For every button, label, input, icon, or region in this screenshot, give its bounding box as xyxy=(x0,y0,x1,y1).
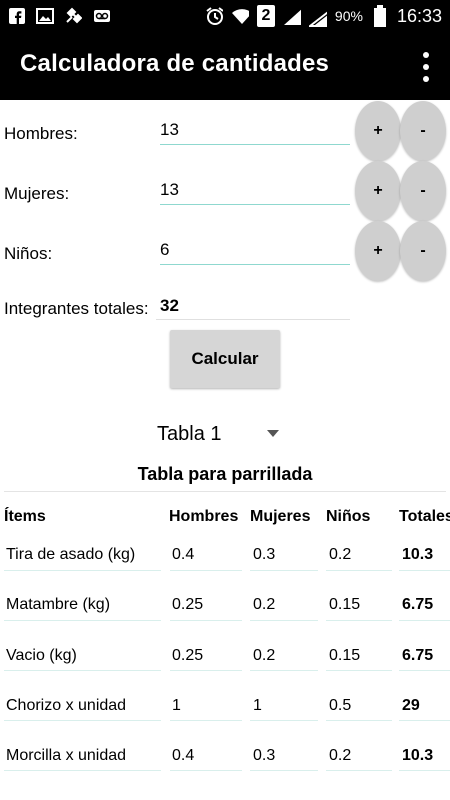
dropdown-arrow-icon[interactable] xyxy=(267,430,279,437)
sim-icon: 2 xyxy=(256,5,275,27)
women-input[interactable]: 13 xyxy=(160,180,350,205)
row-divider xyxy=(326,770,392,771)
row-divider xyxy=(399,570,450,571)
children-minus-button[interactable]: - xyxy=(400,221,446,281)
table-cell-total: 29 xyxy=(402,697,420,714)
table-cell-total: 10.3 xyxy=(402,747,434,764)
battery-percent: 90% xyxy=(334,8,363,24)
row-divider xyxy=(326,670,392,671)
row-divider xyxy=(399,720,450,721)
total-divider xyxy=(156,319,350,320)
row-divider xyxy=(170,620,242,621)
system-icons: 2 90% 16:33 xyxy=(205,0,442,32)
header-men: Hombres xyxy=(169,508,239,525)
facebook-icon xyxy=(8,7,26,25)
total-label: Integrantes totales: xyxy=(4,299,149,318)
table-cell-total: 10.3 xyxy=(402,546,434,563)
battery-icon xyxy=(371,5,389,27)
wifi-icon xyxy=(231,7,249,25)
table-cell-men[interactable]: 1 xyxy=(172,697,181,715)
row-divider xyxy=(170,770,242,771)
women-minus-button[interactable]: - xyxy=(400,161,446,221)
row-divider xyxy=(250,570,318,571)
app-title: Calculadora de cantidades xyxy=(20,50,330,77)
row-divider xyxy=(4,570,161,571)
signal-icon xyxy=(283,7,301,25)
table-cell-women[interactable]: 0.2 xyxy=(253,647,275,665)
children-input[interactable]: 6 xyxy=(160,240,350,265)
row-divider xyxy=(170,570,242,571)
table-cell-children[interactable]: 0.2 xyxy=(329,747,351,765)
row-divider xyxy=(250,720,318,721)
men-plus-button[interactable]: + xyxy=(355,101,401,161)
table-title-divider xyxy=(4,491,446,492)
satellite-icon xyxy=(64,7,82,25)
table-row-item: Vacio (kg) xyxy=(6,647,77,664)
table-cell-children[interactable]: 0.15 xyxy=(329,596,360,614)
status-bar: 2 90% 16:33 xyxy=(0,0,450,32)
signal-icon xyxy=(308,7,327,27)
children-plus-button[interactable]: + xyxy=(355,221,401,281)
image-icon xyxy=(36,7,54,25)
total-value: 32 xyxy=(160,296,179,315)
table-cell-men[interactable]: 0.4 xyxy=(172,747,194,765)
men-minus-button[interactable]: - xyxy=(400,101,446,161)
table-cell-children[interactable]: 0.2 xyxy=(329,546,351,564)
table-cell-women[interactable]: 0.3 xyxy=(253,747,275,765)
men-input[interactable]: 13 xyxy=(160,120,350,145)
row-divider xyxy=(4,720,161,721)
table-row-item: Chorizo x unidad xyxy=(6,697,127,714)
table-cell-total: 6.75 xyxy=(402,647,434,664)
table-cell-men[interactable]: 0.25 xyxy=(172,596,203,614)
table-row-item: Matambre (kg) xyxy=(6,596,111,613)
table-title: Tabla para parrillada xyxy=(137,464,313,484)
table-cell-women[interactable]: 0.2 xyxy=(253,596,275,614)
row-divider xyxy=(399,770,450,771)
table-cell-men[interactable]: 0.4 xyxy=(172,546,194,564)
children-label: Niños: xyxy=(4,244,53,263)
header-children: Niños xyxy=(326,508,371,525)
row-divider xyxy=(399,620,450,621)
table-cell-children[interactable]: 0.15 xyxy=(329,647,360,665)
row-divider xyxy=(326,570,392,571)
table-cell-women[interactable]: 1 xyxy=(253,697,262,715)
row-divider xyxy=(170,670,242,671)
voicemail-icon xyxy=(92,7,110,25)
women-plus-button[interactable]: + xyxy=(355,161,401,221)
row-divider xyxy=(170,720,242,721)
row-divider xyxy=(326,620,392,621)
women-label: Mujeres: xyxy=(4,184,70,203)
header-totals: Totales xyxy=(399,508,450,525)
clock: 16:33 xyxy=(396,5,442,26)
table-row-item: Morcilla x unidad xyxy=(6,747,127,764)
row-divider xyxy=(399,670,450,671)
more-vert-icon[interactable] xyxy=(420,52,432,82)
alarm-icon xyxy=(205,7,223,25)
row-divider xyxy=(4,770,161,771)
sim-slot-number: 2 xyxy=(261,7,271,24)
row-divider xyxy=(4,670,161,671)
row-divider xyxy=(250,620,318,621)
table-spinner[interactable]: Tabla 1 xyxy=(157,423,222,446)
row-divider xyxy=(326,720,392,721)
header-items: Ítems xyxy=(4,508,46,525)
table-cell-children[interactable]: 0.5 xyxy=(329,697,351,715)
app-bar: Calculadora de cantidades xyxy=(0,32,450,100)
table-cell-total: 6.75 xyxy=(402,596,434,613)
row-divider xyxy=(4,620,161,621)
notification-icons xyxy=(8,6,110,26)
men-label: Hombres: xyxy=(4,124,78,143)
table-cell-women[interactable]: 0.3 xyxy=(253,546,275,564)
row-divider xyxy=(250,770,318,771)
row-divider xyxy=(250,670,318,671)
table-row-item: Tira de asado (kg) xyxy=(6,546,136,563)
calculate-button[interactable]: Calcular xyxy=(170,330,280,388)
header-women: Mujeres xyxy=(250,508,311,525)
table-cell-men[interactable]: 0.25 xyxy=(172,647,203,665)
